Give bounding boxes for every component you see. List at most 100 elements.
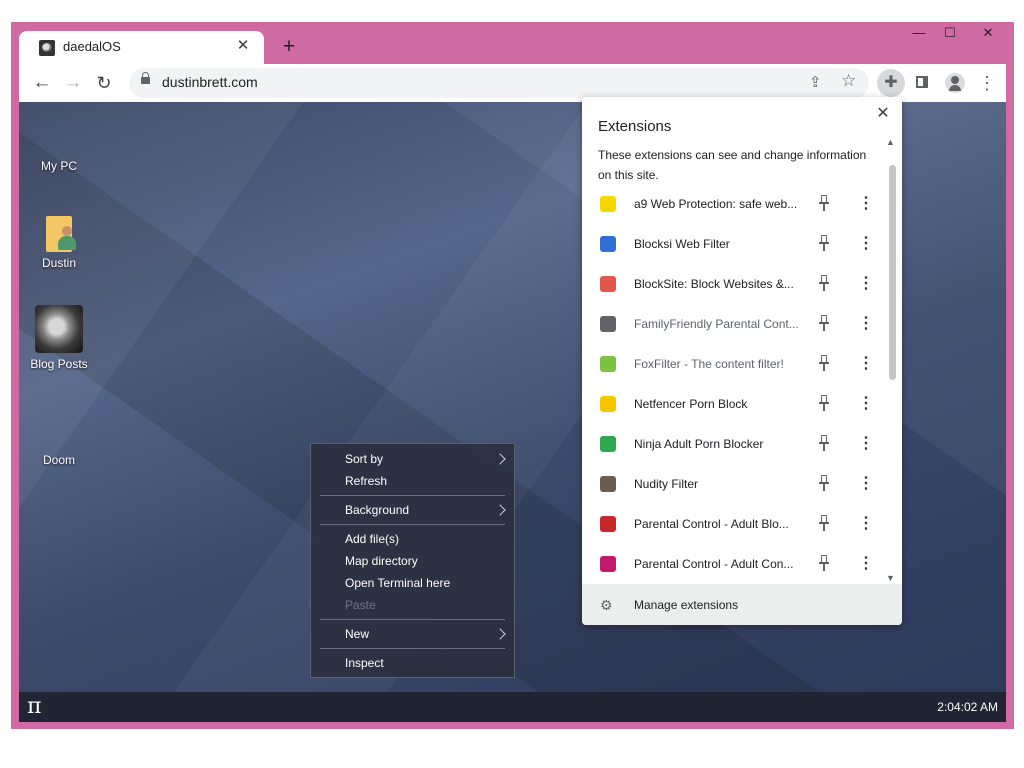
extension-row[interactable]: Nudity Filter ⋮ — [582, 464, 885, 504]
share-icon[interactable]: ⇪ — [809, 73, 822, 91]
pin-icon[interactable] — [818, 275, 832, 293]
menu-divider — [320, 648, 505, 649]
extension-name[interactable]: Blocksi Web Filter — [634, 237, 799, 251]
bookmark-star-icon[interactable]: ☆ — [841, 71, 856, 91]
menu-item-map-directory[interactable]: Map directory — [345, 554, 418, 568]
side-panel-icon[interactable] — [909, 69, 937, 97]
tab-close-button[interactable]: ✕ — [232, 35, 254, 57]
extension-name[interactable]: BlockSite: Block Websites &... — [634, 277, 799, 291]
pin-icon[interactable] — [818, 395, 832, 413]
menu-item-background[interactable]: Background — [345, 503, 409, 517]
menu-item-sort-by[interactable]: Sort by — [345, 452, 383, 466]
desktop-icon-blog-posts[interactable]: Blog Posts — [19, 305, 99, 371]
pin-icon[interactable] — [818, 435, 832, 453]
more-options-icon[interactable]: ⋮ — [858, 274, 874, 294]
brain-scan-icon — [35, 305, 83, 353]
start-menu-button[interactable]: π — [27, 694, 41, 719]
chevron-right-icon — [494, 628, 506, 640]
extension-logo-icon — [600, 356, 616, 372]
extension-row[interactable]: Netfencer Porn Block ⋮ — [582, 384, 885, 424]
more-options-icon[interactable]: ⋮ — [858, 314, 874, 334]
extension-row[interactable]: BlockSite: Block Websites &... ⋮ — [582, 264, 885, 304]
menu-item-new[interactable]: New — [345, 627, 369, 641]
extension-row[interactable]: Parental Control - Adult Blo... ⋮ — [582, 504, 885, 544]
menu-item-add-files[interactable]: Add file(s) — [345, 532, 399, 546]
pin-icon[interactable] — [818, 515, 832, 533]
forward-button[interactable]: → — [61, 71, 85, 95]
menu-item-open-terminal[interactable]: Open Terminal here — [345, 576, 450, 590]
close-window-button[interactable]: ✕ — [966, 22, 1010, 44]
taskbar-clock[interactable]: 2:04:02 AM — [937, 700, 998, 714]
extension-logo-icon — [600, 276, 616, 292]
tab-daedalos[interactable]: daedalOS ✕ — [19, 31, 264, 64]
extension-row[interactable]: FoxFilter - The content filter! ⋮ — [582, 344, 885, 384]
more-options-icon[interactable]: ⋮ — [858, 434, 874, 454]
pin-icon[interactable] — [818, 475, 832, 493]
extension-name[interactable]: Nudity Filter — [634, 477, 799, 491]
more-options-icon[interactable]: ⋮ — [858, 554, 874, 574]
more-options-icon[interactable]: ⋮ — [858, 194, 874, 214]
maximize-button[interactable]: ☐ — [930, 22, 970, 44]
extension-name[interactable]: Netfencer Porn Block — [634, 397, 799, 411]
extension-name[interactable]: FoxFilter - The content filter! — [634, 357, 799, 371]
menu-item-inspect[interactable]: Inspect — [345, 656, 384, 670]
extension-logo-icon — [600, 436, 616, 452]
pin-icon[interactable] — [818, 315, 832, 333]
manage-extensions-button[interactable]: ⚙ Manage extensions — [582, 584, 902, 625]
pin-icon[interactable] — [818, 355, 832, 373]
pin-icon[interactable] — [818, 555, 832, 573]
pin-icon[interactable] — [818, 235, 832, 253]
extension-name[interactable]: FamilyFriendly Parental Cont... — [634, 317, 799, 331]
desktop-icon-label: Dustin — [41, 256, 76, 270]
extension-logo-icon — [600, 236, 616, 252]
desktop-icon-label: Doom — [42, 453, 75, 467]
address-bar[interactable]: dustinbrett.com ⇪ ☆ — [129, 68, 869, 98]
desktop-icon-label: My PC — [41, 159, 77, 173]
url-text[interactable]: dustinbrett.com — [162, 74, 258, 90]
reload-button[interactable]: ↻ — [92, 71, 116, 95]
extension-name[interactable]: Parental Control - Adult Blo... — [634, 517, 799, 531]
extension-row[interactable]: Ninja Adult Porn Blocker ⋮ — [582, 424, 885, 464]
menu-divider — [320, 524, 505, 525]
extensions-puzzle-icon[interactable]: ✚ — [877, 69, 905, 97]
extension-logo-icon — [600, 396, 616, 412]
extension-row[interactable]: a9 Web Protection: safe web... ⋮ — [582, 184, 885, 224]
more-options-icon[interactable]: ⋮ — [858, 474, 874, 494]
scroll-down-icon[interactable]: ▼ — [886, 573, 895, 583]
extension-row[interactable]: Parental Control - Adult Con... ⋮ — [582, 544, 885, 584]
close-icon[interactable]: ✕ — [872, 103, 894, 125]
profile-avatar-icon[interactable] — [941, 69, 969, 97]
gear-icon: ⚙ — [600, 597, 613, 613]
extension-name[interactable]: Parental Control - Adult Con... — [634, 557, 799, 571]
desktop-icon-my-pc[interactable]: My PC — [19, 159, 99, 173]
extension-row[interactable]: FamilyFriendly Parental Cont... ⋮ — [582, 304, 885, 344]
more-options-icon[interactable]: ⋮ — [858, 234, 874, 254]
extension-logo-icon — [600, 476, 616, 492]
browser-menu-icon[interactable]: ⋮ — [973, 69, 1001, 97]
taskbar: π 2:04:02 AM — [19, 692, 1006, 722]
scroll-up-icon[interactable]: ▲ — [886, 137, 895, 147]
extension-name[interactable]: Ninja Adult Porn Blocker — [634, 437, 799, 451]
scrollbar-thumb[interactable] — [889, 165, 896, 380]
extension-logo-icon — [600, 516, 616, 532]
extension-logo-icon — [600, 316, 616, 332]
extension-row[interactable]: Blocksi Web Filter ⋮ — [582, 224, 885, 264]
desktop-icon-dustin[interactable]: Dustin — [19, 212, 99, 270]
tab-title: daedalOS — [63, 39, 121, 54]
back-button[interactable]: ← — [30, 71, 54, 95]
lock-icon[interactable] — [141, 72, 150, 84]
more-options-icon[interactable]: ⋮ — [858, 354, 874, 374]
menu-item-refresh[interactable]: Refresh — [345, 474, 387, 488]
extension-logo-icon — [600, 196, 616, 212]
extensions-scrollbar[interactable]: ▲ ▼ — [886, 137, 898, 583]
pin-icon[interactable] — [818, 195, 832, 213]
new-tab-button[interactable]: + — [277, 36, 301, 60]
chevron-right-icon — [494, 504, 506, 516]
desktop-icon-doom[interactable]: Doom — [19, 453, 99, 467]
extension-name[interactable]: a9 Web Protection: safe web... — [634, 197, 799, 211]
manage-extensions-label: Manage extensions — [634, 598, 739, 612]
more-options-icon[interactable]: ⋮ — [858, 394, 874, 414]
menu-item-paste: Paste — [345, 598, 376, 612]
favicon-icon — [39, 40, 55, 56]
more-options-icon[interactable]: ⋮ — [858, 514, 874, 534]
